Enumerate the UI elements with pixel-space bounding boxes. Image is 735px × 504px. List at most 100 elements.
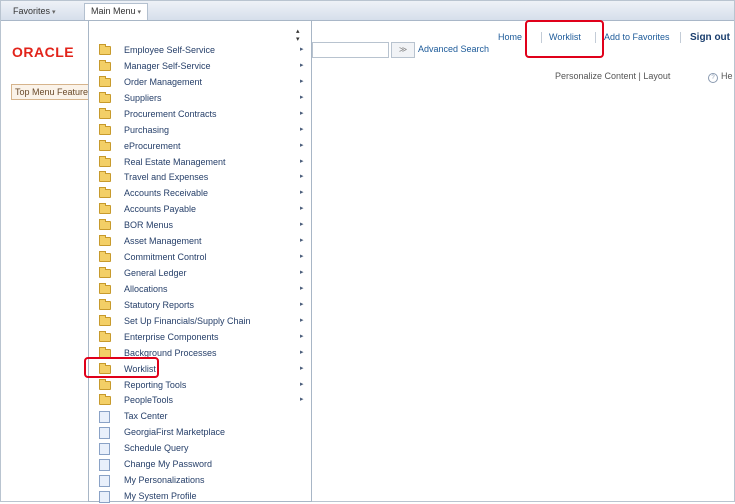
folder-icon: [99, 267, 111, 279]
sign-out-link[interactable]: Sign out: [690, 32, 730, 43]
menu-item-label: Tax Center: [124, 411, 168, 422]
worklist-menu-highlight: [84, 357, 159, 378]
folder-icon: [99, 203, 111, 215]
favorites-label: Favorites: [13, 6, 51, 16]
top-menu-features-tab[interactable]: Top Menu Features: [11, 84, 96, 100]
menu-item[interactable]: Suppliers ▸: [89, 91, 311, 106]
oracle-logo: ORACLE: [12, 44, 75, 60]
submenu-arrow-icon: ▸: [300, 173, 304, 181]
submenu-arrow-icon: ▸: [300, 396, 304, 404]
menu-item[interactable]: Asset Management ▸: [89, 234, 311, 249]
add-to-favorites-link[interactable]: Add to Favorites: [604, 32, 670, 42]
worklist-nav-highlight: [525, 20, 604, 58]
menu-item-label: Accounts Payable: [124, 204, 197, 215]
menu-item[interactable]: Employee Self-Service ▸: [89, 43, 311, 58]
main-menu-label: Main Menu: [91, 6, 136, 16]
favorites-menu-button[interactable]: Favorites ▾: [7, 4, 62, 18]
menu-item[interactable]: Statutory Reports ▸: [89, 298, 311, 313]
page-icon: [99, 411, 110, 424]
menu-item-label: Order Management: [124, 76, 203, 87]
folder-icon: [99, 330, 111, 342]
menu-item[interactable]: Allocations ▸: [89, 282, 311, 297]
menu-item-label: Suppliers: [124, 92, 162, 103]
advanced-search-link[interactable]: Advanced Search: [418, 44, 489, 54]
menu-item[interactable]: Commitment Control ▸: [89, 250, 311, 265]
submenu-arrow-icon: ▸: [300, 284, 304, 292]
submenu-arrow-icon: ▸: [300, 46, 304, 53]
menu-item[interactable]: Tax Center: [89, 409, 311, 424]
folder-icon: [99, 59, 111, 71]
menu-item[interactable]: Accounts Receivable ▸: [89, 186, 311, 201]
menu-item[interactable]: My Personalizations: [89, 473, 311, 488]
submenu-arrow-icon: ▸: [300, 77, 304, 85]
page-icon: [99, 443, 110, 456]
submenu-arrow-icon: ▸: [300, 364, 304, 372]
main-menu-button[interactable]: Main Menu ▾: [84, 3, 149, 20]
submenu-arrow-icon: ▸: [300, 61, 304, 69]
menu-item[interactable]: Purchasing ▸: [89, 123, 311, 138]
folder-icon: [99, 378, 111, 390]
menu-item[interactable]: Change My Password: [89, 457, 311, 472]
menu-item[interactable]: Order Management ▸: [89, 75, 311, 90]
menu-item-label: Procurement Contracts: [124, 108, 217, 119]
menu-item[interactable]: Set Up Financials/Supply Chain ▸: [89, 314, 311, 329]
search-input[interactable]: [312, 42, 389, 58]
menu-item[interactable]: Manager Self-Service ▸: [89, 59, 311, 74]
submenu-arrow-icon: ▸: [300, 141, 304, 149]
menu-item[interactable]: PeopleTools ▸: [89, 393, 311, 408]
help-icon: ?: [708, 73, 718, 83]
help-label: He: [721, 71, 733, 81]
menu-item-label: Allocations: [124, 283, 168, 294]
menu-item[interactable]: GeorgiaFirst Marketplace: [89, 425, 311, 440]
submenu-arrow-icon: ▸: [300, 189, 304, 197]
menu-item-label: Statutory Reports: [124, 299, 195, 310]
menu-item-label: Commitment Control: [124, 252, 207, 263]
submenu-arrow-icon: ▸: [300, 221, 304, 229]
folder-icon: [99, 235, 111, 247]
menu-item[interactable]: Procurement Contracts ▸: [89, 107, 311, 122]
menu-item-label: Accounts Receivable: [124, 188, 209, 199]
menu-item-label: Travel and Expenses: [124, 172, 209, 183]
menu-item[interactable]: Real Estate Management ▸: [89, 155, 311, 170]
page-icon: [99, 427, 110, 440]
menu-item-label: Enterprise Components: [124, 331, 219, 342]
menu-item[interactable]: Accounts Payable ▸: [89, 202, 311, 217]
chevron-down-icon: ▾: [52, 9, 56, 16]
menu-item[interactable]: Enterprise Components ▸: [89, 330, 311, 345]
folder-icon: [99, 314, 111, 326]
submenu-arrow-icon: ▸: [300, 348, 304, 356]
personalize-content-link[interactable]: Personalize Content | Layout: [555, 71, 670, 81]
scroll-arrows-icon[interactable]: ▴ ▾: [296, 27, 300, 43]
submenu-arrow-icon: ▸: [300, 205, 304, 213]
nav-divider: [680, 32, 681, 43]
folder-icon: [99, 75, 111, 87]
folder-icon: [99, 171, 111, 183]
folder-icon: [99, 155, 111, 167]
help-link[interactable]: ? He: [708, 71, 733, 83]
menu-item-label: GeorgiaFirst Marketplace: [124, 427, 226, 438]
submenu-arrow-icon: ▸: [300, 237, 304, 245]
menu-item[interactable]: Travel and Expenses ▸: [89, 170, 311, 185]
menu-item-label: My System Profile: [124, 491, 197, 502]
menu-item-label: Employee Self-Service: [124, 45, 216, 55]
menu-item[interactable]: Reporting Tools ▸: [89, 378, 311, 393]
search-go-button[interactable]: ≫: [391, 42, 415, 58]
menu-item-label: Change My Password: [124, 459, 213, 470]
submenu-arrow-icon: ▸: [300, 109, 304, 117]
menu-item-label: Asset Management: [124, 236, 202, 247]
menu-item-label: BOR Menus: [124, 220, 174, 231]
menu-item[interactable]: General Ledger ▸: [89, 266, 311, 281]
folder-icon: [99, 394, 111, 406]
page-icon: [99, 475, 110, 488]
menu-item-label: Purchasing: [124, 124, 170, 135]
menu-item[interactable]: Schedule Query: [89, 441, 311, 456]
home-link[interactable]: Home: [498, 32, 522, 42]
menu-item-label: My Personalizations: [124, 475, 205, 486]
menu-item-label: Reporting Tools: [124, 379, 187, 390]
submenu-arrow-icon: ▸: [300, 93, 304, 101]
submenu-arrow-icon: ▸: [300, 125, 304, 133]
menu-item[interactable]: eProcurement ▸: [89, 139, 311, 154]
folder-icon: [99, 282, 111, 294]
page-icon: [99, 491, 110, 504]
menu-item[interactable]: BOR Menus ▸: [89, 218, 311, 233]
